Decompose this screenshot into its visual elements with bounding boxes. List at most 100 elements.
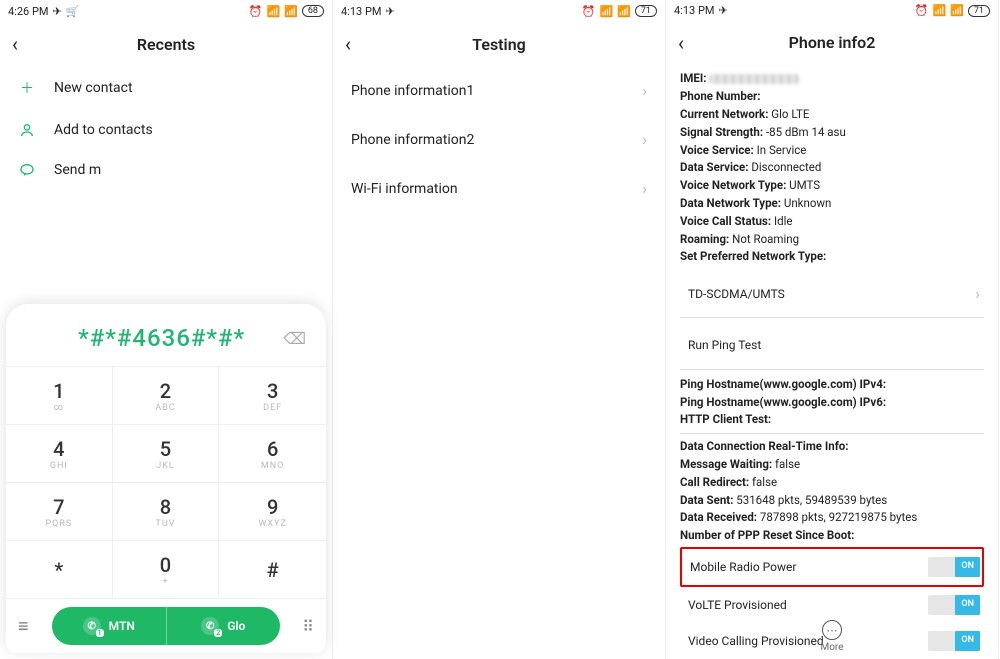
run-ping-test-button[interactable]: Run Ping Test — [680, 322, 984, 370]
header: ‹ Testing — [333, 22, 665, 66]
back-icon[interactable]: ‹ — [345, 32, 369, 56]
chevron-right-icon: › — [642, 81, 647, 100]
cart-icon: 🛒 — [66, 5, 80, 18]
switch-state: ON — [955, 595, 980, 615]
option-label: Send m — [54, 162, 101, 178]
status-time: 4:13 PM — [674, 4, 714, 17]
keypad: 1∞ 2ABC 3DEF 4GHI 5JKL 6MNO 7PQRS 8TUV 9… — [6, 366, 326, 599]
panel-recents-dialer: 4:26 PM ✈ 🛒 ⏰ 📶 📶 68 ‹ Recents ＋ New con… — [0, 0, 333, 659]
current-network-label: Current Network: — [680, 107, 768, 121]
key-2[interactable]: 2ABC — [113, 367, 220, 425]
signal-icon: 📶 — [599, 5, 613, 18]
more-icon: ⋯ — [822, 620, 842, 640]
data-sent-label: Data Sent: — [680, 493, 733, 507]
signal-icon: 📶 — [932, 4, 946, 17]
volte-provisioned-row: VoLTE Provisioned ON — [680, 587, 984, 623]
data-conn-rt-label: Data Connection Real-Time Info: — [680, 439, 849, 453]
switch-state: ON — [955, 557, 980, 577]
key-7[interactable]: 7PQRS — [6, 483, 113, 541]
data-net-type-label: Data Network Type: — [680, 196, 781, 210]
voice-net-type-label: Voice Network Type: — [680, 178, 786, 192]
signal-strength-label: Signal Strength: — [680, 125, 763, 139]
mobile-radio-power-row: Mobile Radio Power ON — [680, 547, 984, 587]
key-5[interactable]: 5JKL — [113, 425, 220, 483]
phone-info-2-row[interactable]: Phone information2 › — [333, 115, 665, 164]
call-redirect-label: Call Redirect: — [680, 475, 749, 489]
pref-net-type-label: Set Preferred Network Type: — [680, 249, 826, 263]
call-sim2-button[interactable]: ✆2 Glo — [167, 607, 281, 645]
page-title: Phone info2 — [702, 33, 962, 52]
key-6[interactable]: 6MNO — [219, 425, 326, 483]
key-3[interactable]: 3DEF — [219, 367, 326, 425]
key-9[interactable]: 9WXYZ — [219, 483, 326, 541]
phone-info-1-row[interactable]: Phone information1 › — [333, 66, 665, 115]
voice-service-label: Voice Service: — [680, 143, 754, 157]
key-hash[interactable]: # — [219, 541, 326, 599]
telegram-icon: ✈ — [385, 5, 394, 18]
roaming-label: Roaming: — [680, 232, 729, 246]
menu-icon[interactable]: ≡ — [18, 616, 44, 637]
header: ‹ Recents — [0, 22, 332, 66]
battery-icon: 71 — [635, 5, 657, 17]
alarm-icon: ⏰ — [915, 4, 929, 17]
status-time: 4:13 PM — [341, 5, 381, 18]
signal-icon: 📶 — [950, 4, 964, 17]
chevron-right-icon: › — [975, 282, 980, 307]
list-item-label: Phone information2 — [351, 132, 474, 148]
mobile-radio-power-switch[interactable]: ON — [928, 557, 980, 577]
call-redirect-value: false — [752, 475, 777, 489]
more-label: More — [820, 642, 843, 653]
ppp-reset-label: Number of PPP Reset Since Boot: — [680, 528, 854, 542]
back-icon[interactable]: ‹ — [678, 31, 702, 55]
list-item-label: Wi-Fi information — [351, 181, 458, 197]
key-8[interactable]: 8TUV — [113, 483, 220, 541]
person-icon — [18, 122, 36, 138]
backspace-button[interactable]: ⌫ — [277, 327, 312, 350]
panel-phone-info2: 4:13 PM ✈ ⏰ 📶 📶 71 ‹ Phone info2 IMEI: P… — [666, 0, 999, 659]
telegram-icon: ✈ — [52, 5, 61, 18]
chevron-right-icon: › — [642, 179, 647, 198]
battery-icon: 68 — [302, 5, 324, 17]
dialer-bottom-bar: ≡ ✆1 MTN ✆2 Glo ⠿ — [6, 599, 326, 653]
call-sim1-button[interactable]: ✆1 MTN — [52, 607, 167, 645]
header: ‹ Phone info2 — [666, 21, 998, 64]
more-button[interactable]: ⋯ More — [666, 620, 998, 653]
status-bar: 4:26 PM ✈ 🛒 ⏰ 📶 📶 68 — [0, 0, 332, 22]
toggle-label: VoLTE Provisioned — [688, 596, 787, 615]
dialed-number: *#*#4636#*#* — [46, 324, 277, 352]
data-sent-value: 531648 pkts, 59489539 bytes — [736, 493, 887, 507]
toggle-label: Mobile Radio Power — [690, 558, 796, 577]
status-bar: 4:13 PM ✈ ⏰ 📶 📶 71 — [666, 0, 998, 21]
msg-waiting-value: false — [775, 457, 800, 471]
key-1[interactable]: 1∞ — [6, 367, 113, 425]
pref-network-select[interactable]: TD-SCDMA/UMTS › — [680, 272, 984, 318]
new-contact-row[interactable]: ＋ New contact — [0, 66, 332, 110]
signal-strength-value: -85 dBm 14 asu — [766, 125, 846, 139]
option-label: Add to contacts — [54, 122, 153, 138]
run-ping-label: Run Ping Test — [688, 338, 761, 352]
key-0[interactable]: 0+ — [113, 541, 220, 599]
current-network-value: Glo LTE — [771, 107, 809, 121]
dialpad-icon[interactable]: ⠿ — [288, 617, 314, 636]
key-4[interactable]: 4GHI — [6, 425, 113, 483]
chevron-right-icon: › — [642, 130, 647, 149]
volte-switch[interactable]: ON — [928, 595, 980, 615]
page-title: Recents — [36, 35, 296, 54]
imei-label: IMEI: — [680, 71, 707, 85]
msg-waiting-label: Message Waiting: — [680, 457, 772, 471]
battery-icon: 71 — [968, 5, 990, 17]
ping-v6-label: Ping Hostname(www.google.com) IPv6: — [680, 395, 886, 409]
voice-call-status-value: Idle — [774, 214, 793, 228]
page-title: Testing — [369, 35, 629, 54]
dialer-card: *#*#4636#*#* ⌫ 1∞ 2ABC 3DEF 4GHI 5JKL 6M… — [6, 304, 326, 653]
sim-name: Glo — [227, 619, 245, 633]
wifi-info-row[interactable]: Wi-Fi information › — [333, 164, 665, 213]
key-star[interactable]: * — [6, 541, 113, 599]
send-message-row[interactable]: Send m — [0, 150, 332, 190]
ping-v4-label: Ping Hostname(www.google.com) IPv4: — [680, 377, 886, 391]
back-icon[interactable]: ‹ — [12, 32, 36, 56]
signal-icon: 📶 — [284, 5, 298, 18]
list-item-label: Phone information1 — [351, 83, 474, 99]
data-received-label: Data Received: — [680, 510, 757, 524]
add-to-contacts-row[interactable]: Add to contacts — [0, 110, 332, 150]
